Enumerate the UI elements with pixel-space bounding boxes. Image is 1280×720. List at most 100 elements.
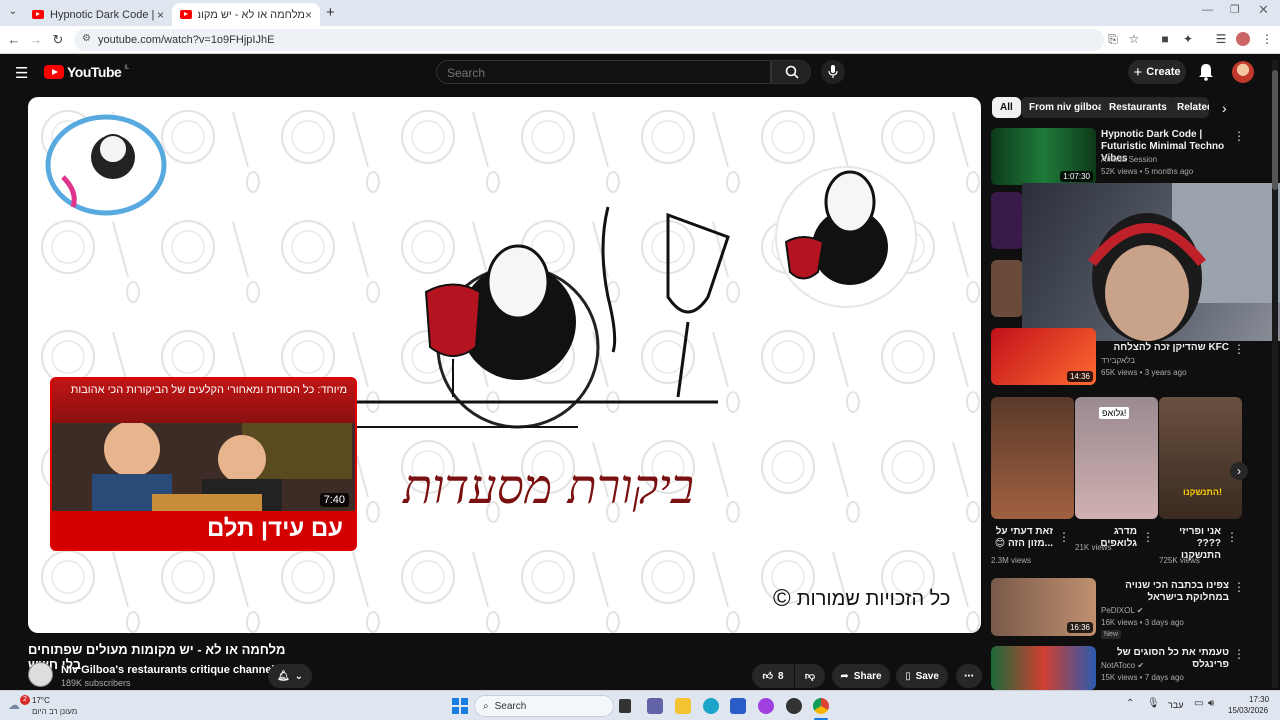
youtube-header: ☰ YouTube IL + Create: [0, 55, 1280, 91]
share-arrow-icon: ➦: [840, 670, 849, 682]
reading-list-icon[interactable]: ☰: [1214, 32, 1228, 46]
store-icon[interactable]: [730, 698, 746, 714]
volume-tray-icon[interactable]: 🔊︎: [1208, 698, 1214, 709]
start-windows-icon[interactable]: [452, 698, 468, 714]
chip-restaurants[interactable]: Restaurants: [1101, 97, 1175, 118]
taskbar-search[interactable]: ⌕ Search: [474, 695, 614, 717]
more-options-icon[interactable]: ⋮: [1233, 580, 1245, 594]
sidebar-thumbnail[interactable]: [991, 192, 1023, 249]
more-actions-button[interactable]: ⋯: [956, 664, 982, 688]
bookmark-star-icon[interactable]: ☆: [1127, 32, 1141, 46]
browser-menu-icon[interactable]: ⋮: [1260, 32, 1274, 46]
install-app-icon[interactable]: ⎘: [1106, 32, 1120, 46]
search-input[interactable]: [437, 61, 770, 85]
file-explorer-icon[interactable]: [675, 698, 691, 714]
short-title[interactable]: זאת דעתי על ...מזון הזה 😊: [991, 526, 1053, 550]
short-thumbnail[interactable]: גלואפ!: [1075, 397, 1158, 519]
chrome-browser-icon[interactable]: [813, 698, 829, 714]
more-options-icon[interactable]: ⋮: [1058, 530, 1070, 544]
like-button[interactable]: 👍︎ 8: [752, 664, 794, 688]
tab-current-video[interactable]: מלחמה או לא - יש מקומות מעו ×: [172, 3, 320, 26]
sidebar-channel[interactable]: PeDIXOL ✔: [1101, 605, 1143, 617]
url-field[interactable]: ⚙ youtube.com/watch?v=1o9FHjpIJhE: [74, 29, 1104, 51]
tab-search-icon[interactable]: ⌄: [6, 6, 20, 20]
weather-alert-badge: 2: [20, 695, 30, 705]
sidebar-channel[interactable]: NotAToco ✔: [1101, 660, 1144, 672]
sidebar-video-title[interactable]: KFC שהדיקן זכה להצלחה: [1101, 342, 1229, 354]
create-button[interactable]: + Create: [1128, 60, 1186, 84]
windows-taskbar: ☁ 2 17°C מעונן רב היום ⌕ Search ⌃ 🎙︎ עבר…: [0, 690, 1280, 720]
close-tab-icon[interactable]: ×: [305, 8, 312, 22]
extension-icon[interactable]: ■: [1158, 32, 1172, 46]
taskbar-date[interactable]: 15/03/2026: [1228, 706, 1268, 715]
hamburger-menu-icon[interactable]: ☰: [15, 64, 28, 82]
more-options-icon[interactable]: ⋮: [1233, 342, 1245, 356]
notifications-subscribe-button[interactable]: 🔔︎ ⌄: [268, 664, 312, 688]
sidebar-meta: 52K views • 5 months ago: [1101, 167, 1194, 176]
page-scrollbar[interactable]: [1272, 60, 1278, 688]
save-label: Save: [915, 670, 939, 682]
more-options-icon[interactable]: ⋮: [1233, 129, 1245, 143]
app-icon[interactable]: [786, 698, 802, 714]
teams-icon[interactable]: [647, 698, 663, 714]
voice-search-button[interactable]: [821, 60, 845, 84]
save-button[interactable]: ▯ Save: [896, 664, 948, 688]
site-info-icon[interactable]: ⚙: [82, 33, 91, 44]
forward-arrow-icon[interactable]: →: [28, 32, 44, 47]
edge-browser-icon[interactable]: [703, 698, 719, 714]
bell-icon: 🔔︎: [276, 670, 290, 682]
notifications-bell-icon[interactable]: [1198, 63, 1214, 81]
channel-name[interactable]: Niv Gilboa's restaurants critique channe…: [61, 664, 285, 676]
sidebar-video-title[interactable]: צפינו בכתבה הכי שנויה במחלוקת בישראל: [1101, 580, 1229, 604]
tab-hypnotic[interactable]: Hypnotic Dark Code | Futuristic ×: [24, 3, 172, 26]
channel-name-text: Niv Gilboa's restaurants critique channe…: [61, 664, 275, 676]
back-arrow-icon[interactable]: ←: [6, 32, 22, 47]
messenger-icon[interactable]: [758, 698, 774, 714]
profile-avatar-icon[interactable]: [1236, 32, 1250, 46]
microphone-tray-icon[interactable]: 🎙︎: [1147, 698, 1160, 709]
chip-from-niv-gilboa[interactable]: From niv gilboa: [1021, 97, 1112, 118]
account-avatar[interactable]: [1232, 61, 1254, 83]
maximize-window-icon[interactable]: ❐: [1230, 3, 1240, 16]
more-options-icon[interactable]: ⋮: [1226, 530, 1238, 544]
close-window-icon[interactable]: ✕: [1258, 2, 1269, 18]
youtube-logo[interactable]: YouTube IL: [44, 64, 129, 80]
new-tab-icon[interactable]: +: [326, 4, 335, 21]
chip-related[interactable]: Related: [1169, 97, 1209, 118]
reload-icon[interactable]: ↻: [50, 32, 66, 48]
puzzle-extensions-icon[interactable]: ✦: [1181, 32, 1195, 46]
input-language[interactable]: עבר: [1168, 700, 1183, 710]
weather-widget[interactable]: ☁ 2 17°C מעונן רב היום: [8, 694, 88, 718]
url-text: youtube.com/watch?v=1o9FHjpIJhE: [98, 34, 275, 46]
sidebar-thumbnail[interactable]: [991, 646, 1096, 690]
end-screen-video-card[interactable]: מיוחד: כל הסודות ומאחורי הקלעים של הביקו…: [50, 377, 357, 551]
sidebar-thumbnail[interactable]: 14:36: [991, 328, 1096, 385]
search-button[interactable]: [771, 60, 811, 84]
share-button[interactable]: ➦ Share: [832, 664, 890, 688]
display-tray-icon[interactable]: ▭: [1194, 698, 1203, 709]
sidebar-thumbnail[interactable]: [991, 260, 1023, 317]
short-thumbnail[interactable]: [991, 397, 1074, 519]
chip-all[interactable]: All: [992, 97, 1021, 118]
video-player[interactable]: מיוחד: כל הסודות ומאחורי הקלעים של הביקו…: [28, 97, 981, 633]
taskbar-time[interactable]: 17:30: [1249, 695, 1269, 704]
sidebar-channel[interactable]: בלאקבירד: [1101, 355, 1135, 367]
task-view-icon[interactable]: [619, 699, 631, 713]
short-thumbnail[interactable]: התנשקנו!: [1159, 397, 1242, 519]
chips-next-chevron-icon[interactable]: ›: [1222, 100, 1227, 116]
search-icon: [785, 65, 799, 79]
more-options-icon[interactable]: ⋮: [1142, 530, 1154, 544]
like-count: 8: [777, 670, 784, 682]
scrollbar-thumb[interactable]: [1272, 70, 1278, 190]
dislike-button[interactable]: 👎︎: [795, 664, 825, 688]
weather-temp: 17°C: [32, 696, 50, 705]
sidebar-thumbnail[interactable]: 16:36: [991, 578, 1096, 636]
close-tab-icon[interactable]: ×: [157, 8, 164, 22]
more-options-icon[interactable]: ⋮: [1233, 647, 1245, 661]
minimize-window-icon[interactable]: —: [1202, 4, 1213, 16]
tray-overflow-chevron-icon[interactable]: ⌃: [1126, 698, 1134, 709]
sidebar-channel[interactable]: Amoda Session: [1101, 154, 1157, 166]
channel-avatar[interactable]: [28, 662, 53, 687]
sidebar-thumbnail[interactable]: 1:07:30: [991, 128, 1096, 185]
shorts-next-chevron-icon[interactable]: ›: [1230, 462, 1248, 480]
